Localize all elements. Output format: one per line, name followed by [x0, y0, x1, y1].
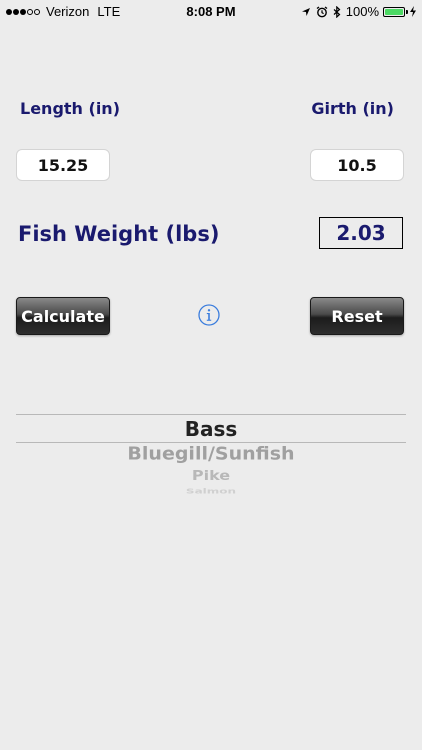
info-icon[interactable] [198, 304, 220, 326]
fish-weight-label: Fish Weight (lbs) [18, 222, 220, 246]
charging-bolt-icon [410, 6, 416, 17]
reset-button[interactable]: Reset [310, 297, 404, 335]
bluetooth-icon [333, 5, 341, 18]
fish-type-picker[interactable]: Bass Bluegill/Sunfish Pike Salmon [16, 400, 406, 500]
girth-input[interactable] [310, 149, 404, 181]
status-right: 100% [296, 4, 416, 19]
fish-weight-value: 2.03 [319, 217, 403, 249]
battery-percent: 100% [345, 4, 379, 19]
picker-selection-line-top [16, 414, 406, 415]
location-arrow-icon [301, 7, 311, 17]
picker-item[interactable]: Bluegill/Sunfish [16, 444, 406, 464]
alarm-clock-icon [316, 5, 328, 18]
length-input[interactable] [16, 149, 110, 181]
picker-selection-line-bottom [16, 442, 406, 443]
calculate-button[interactable]: Calculate [16, 297, 110, 335]
battery-icon [383, 6, 408, 17]
length-label: Length (in) [20, 99, 120, 118]
picker-item[interactable]: Bass [16, 417, 406, 441]
picker-item[interactable]: Pike [16, 468, 406, 484]
picker-item[interactable]: Salmon [16, 487, 406, 495]
status-bar: Verizon LTE 8:08 PM 100% [0, 0, 422, 22]
girth-label: Girth (in) [311, 99, 394, 118]
